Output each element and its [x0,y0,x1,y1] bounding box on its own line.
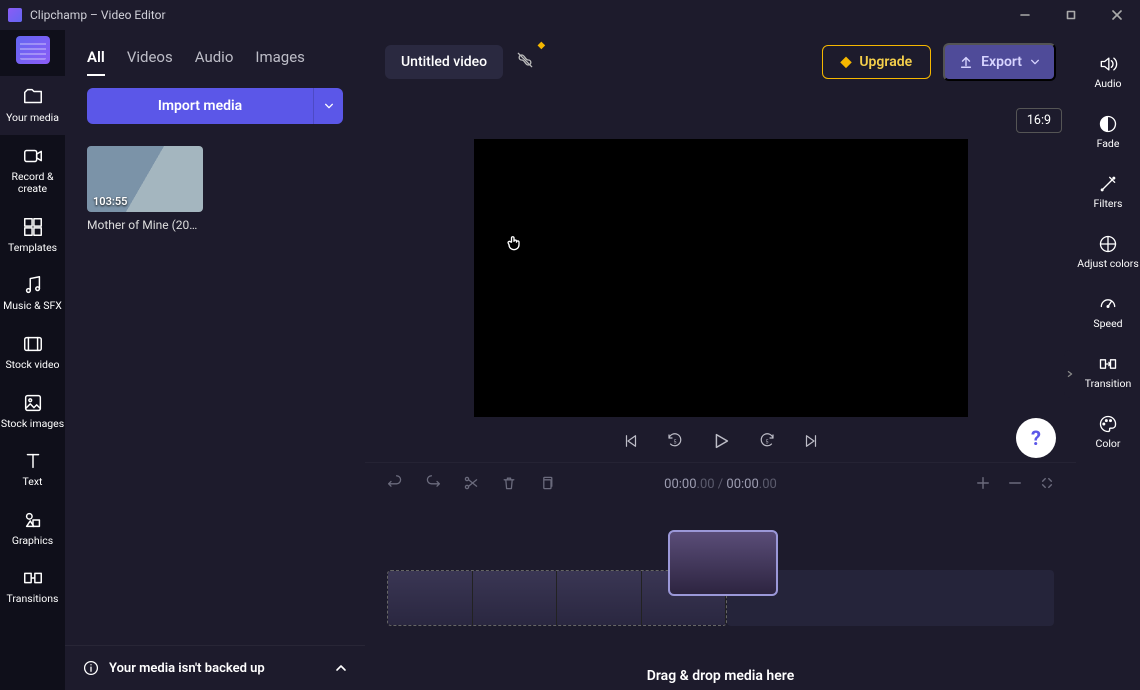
timeline-area[interactable]: Drag & drop media here [365,506,1076,690]
delete-button[interactable] [501,475,517,495]
step-forward-button[interactable]: 5 [758,432,776,450]
play-button[interactable] [710,430,732,452]
rail-label: Templates [8,242,57,255]
nav-rail: Your media Record & create Templates Mus… [0,30,65,690]
prop-color[interactable]: Color [1076,404,1140,460]
rail-stock-video[interactable]: Stock video [0,323,65,382]
rail-label: Graphics [12,535,53,548]
editor-center: Untitled video ◆ ◆ Upgrade Export [365,30,1076,690]
chevron-down-icon [1030,57,1040,67]
tab-images[interactable]: Images [255,48,305,76]
rail-label: Music & SFX [3,300,62,313]
hand-cursor-icon [504,233,524,257]
clipchamp-logo-icon[interactable] [16,36,50,64]
prop-adjust-colors[interactable]: Adjust colors [1076,224,1140,280]
media-item[interactable]: 103:55 Mother of Mine (20… [87,146,203,232]
zoom-fit-button[interactable] [1040,476,1054,494]
tab-all[interactable]: All [87,48,105,76]
dragging-clip[interactable] [668,530,778,596]
close-button[interactable] [1094,0,1140,30]
chevron-up-icon[interactable] [335,662,347,674]
media-tabs: All Videos Audio Images [65,30,365,88]
backup-notice-bar[interactable]: Your media isn't backed up [65,645,365,690]
rail-label: Record & create [0,171,65,196]
upgrade-label: Upgrade [859,54,912,70]
info-icon [83,660,99,676]
playback-transport: 5 5 [622,430,820,452]
svg-text:5: 5 [673,439,676,445]
app-logo-icon [8,8,22,22]
rail-record-create[interactable]: Record & create [0,135,65,206]
preview-stage: 16:9 5 5 ? [365,94,1076,462]
timeline-toolbar: 00:00.00 / 00:00.00 [365,462,1076,506]
rail-stock-images[interactable]: Stock images [0,382,65,441]
ai-cleanup-button[interactable]: ◆ [515,50,535,74]
media-title: Mother of Mine (20… [87,218,203,232]
rail-label: Text [23,476,43,489]
rail-label: Transitions [7,593,59,606]
media-thumbnail[interactable]: 103:55 [87,146,203,212]
props-collapse-button[interactable] [1064,350,1076,398]
upload-icon [959,55,973,69]
skip-start-button[interactable] [622,432,640,450]
export-label: Export [981,54,1022,70]
prop-speed[interactable]: Speed [1076,284,1140,340]
window-titlebar: Clipchamp – Video Editor [0,0,1140,30]
rail-label: Stock images [1,418,64,431]
undo-button[interactable] [387,475,403,495]
media-panel: All Videos Audio Images Import media 103… [65,30,365,690]
rail-label: Stock video [5,359,59,372]
import-media-dropdown[interactable] [313,88,343,124]
video-canvas[interactable] [474,139,968,417]
rail-label: Your media [6,112,59,125]
split-button[interactable] [463,475,479,495]
zoom-in-button[interactable] [976,476,990,494]
help-button[interactable]: ? [1016,418,1056,458]
rail-transitions[interactable]: Transitions [0,557,65,616]
minimize-button[interactable] [1002,0,1048,30]
zoom-out-button[interactable] [1008,476,1022,494]
diamond-icon: ◆ [841,54,852,70]
prop-transition[interactable]: Transition [1076,344,1140,400]
window-title: Clipchamp – Video Editor [30,8,166,22]
import-media-button[interactable]: Import media [87,88,313,124]
rail-graphics[interactable]: Graphics [0,499,65,558]
rail-templates[interactable]: Templates [0,206,65,265]
rail-your-media[interactable]: Your media [0,76,65,135]
rail-music-sfx[interactable]: Music & SFX [0,264,65,323]
project-title-input[interactable]: Untitled video [385,45,503,79]
maximize-button[interactable] [1048,0,1094,30]
prop-audio[interactable]: Audio [1076,44,1140,100]
svg-text:5: 5 [765,439,768,445]
prop-fade[interactable]: Fade [1076,104,1140,160]
media-duration: 103:55 [93,195,127,208]
export-button[interactable]: Export [943,43,1056,81]
backup-notice-text: Your media isn't backed up [109,661,265,676]
premium-gem-icon: ◆ [537,40,545,51]
tab-audio[interactable]: Audio [195,48,234,76]
upgrade-button[interactable]: ◆ Upgrade [822,45,932,79]
rail-text[interactable]: Text [0,440,65,499]
editor-topbar: Untitled video ◆ ◆ Upgrade Export [365,30,1076,94]
redo-button[interactable] [425,475,441,495]
tab-videos[interactable]: Videos [127,48,173,76]
skip-end-button[interactable] [802,432,820,450]
prop-filters[interactable]: Filters [1076,164,1140,220]
step-back-button[interactable]: 5 [666,432,684,450]
timecode-display: 00:00.00 / 00:00.00 [664,477,777,492]
properties-rail: Audio Fade Filters Adjust colors Speed T… [1076,30,1140,690]
aspect-ratio-button[interactable]: 16:9 [1016,108,1062,133]
duplicate-button[interactable] [539,475,555,495]
timeline-drop-hint: Drag & drop media here [647,668,794,684]
